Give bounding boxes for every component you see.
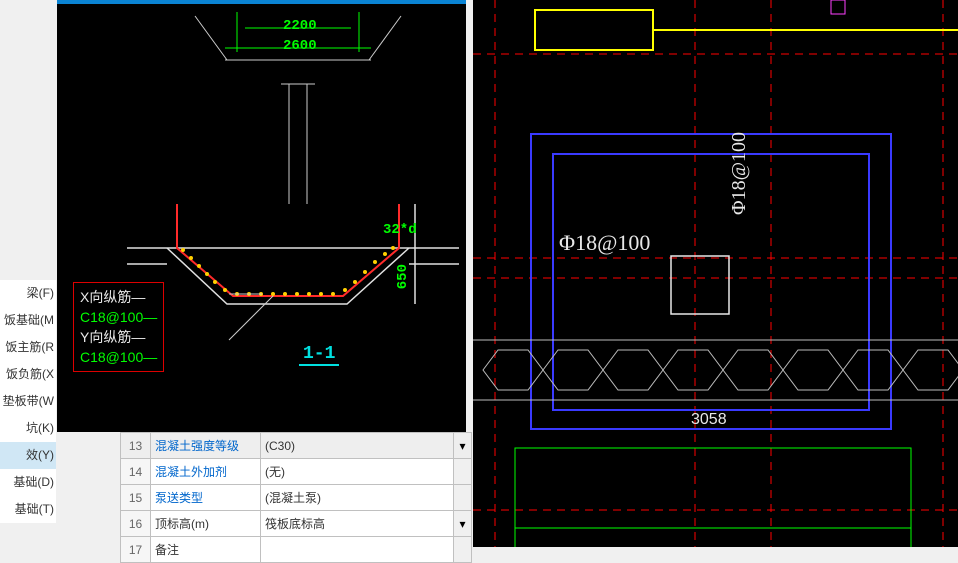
prop-value[interactable] bbox=[261, 537, 454, 563]
dim-bottom: 3058 bbox=[691, 411, 727, 428]
dim-32d: 32*d bbox=[383, 222, 417, 238]
table-row[interactable]: 14 混凝土外加剂 (无) bbox=[121, 459, 472, 485]
left-nav: 梁(F) 饭基础(M 饭主筋(R 饭负筋(X 垫板带(W 坑(K) 效(Y) 基… bbox=[0, 280, 56, 523]
row-num: 16 bbox=[121, 511, 151, 537]
sidebar-item-y[interactable]: 效(Y) bbox=[0, 442, 56, 469]
legend-x-label: X向纵筋— bbox=[80, 287, 157, 307]
prop-name: 混凝土外加剂 bbox=[151, 459, 261, 485]
sidebar-item-k[interactable]: 坑(K) bbox=[0, 415, 56, 442]
prop-value[interactable]: (混凝土泵) bbox=[261, 485, 454, 511]
dim-top-outer: 2600 bbox=[283, 38, 317, 54]
sidebar-item-m[interactable]: 饭基础(M bbox=[0, 307, 56, 334]
dim-top-inner: 2200 bbox=[283, 18, 317, 34]
prop-blank bbox=[454, 537, 472, 563]
prop-name: 泵送类型 bbox=[151, 485, 261, 511]
rebar-h-text: Φ18@100 bbox=[559, 230, 650, 255]
legend-x-value: C18@100— bbox=[80, 307, 157, 327]
properties-table: 13 混凝土强度等级 (C30) ▾ 14 混凝土外加剂 (无) 15 泵送类型… bbox=[120, 432, 472, 563]
dim-depth: 650 bbox=[395, 264, 411, 289]
sidebar-item-t[interactable]: 基础(T) bbox=[0, 496, 56, 523]
legend-y-value: C18@100— bbox=[80, 347, 157, 367]
prop-name: 备注 bbox=[151, 537, 261, 563]
rebar-v-text: Φ18@100 bbox=[728, 132, 750, 215]
table-row[interactable]: 13 混凝土强度等级 (C30) ▾ bbox=[121, 433, 472, 459]
row-num: 13 bbox=[121, 433, 151, 459]
section-preview-window: 2200 2600 32*d 650 1-1 X向纵筋— C18@100— Y向… bbox=[57, 0, 466, 432]
prop-blank bbox=[454, 485, 472, 511]
prop-name: 混凝土强度等级 bbox=[151, 433, 261, 459]
table-row[interactable]: 15 泵送类型 (混凝土泵) bbox=[121, 485, 472, 511]
row-num: 15 bbox=[121, 485, 151, 511]
sidebar-item-x[interactable]: 饭负筋(X bbox=[0, 361, 56, 388]
cad-viewport[interactable]: Φ18@100 Φ18@100 3058 bbox=[473, 0, 958, 547]
legend-y-label: Y向纵筋— bbox=[80, 327, 157, 347]
prop-value[interactable]: (C30) bbox=[261, 433, 454, 459]
dropdown-icon[interactable]: ▾ bbox=[454, 511, 472, 537]
sidebar-item-d[interactable]: 基础(D) bbox=[0, 469, 56, 496]
prop-value[interactable]: 筏板底标高 bbox=[261, 511, 454, 537]
table-row[interactable]: 16 顶标高(m) 筏板底标高 ▾ bbox=[121, 511, 472, 537]
section-canvas: 2200 2600 32*d 650 1-1 X向纵筋— C18@100— Y向… bbox=[57, 4, 466, 432]
row-num: 17 bbox=[121, 537, 151, 563]
sidebar-item-r[interactable]: 饭主筋(R bbox=[0, 334, 56, 361]
prop-value[interactable]: (无) bbox=[261, 459, 454, 485]
row-num: 14 bbox=[121, 459, 151, 485]
sidebar-item-beam[interactable]: 梁(F) bbox=[0, 280, 56, 307]
prop-name: 顶标高(m) bbox=[151, 511, 261, 537]
section-label: 1-1 bbox=[299, 344, 339, 366]
rebar-legend: X向纵筋— C18@100— Y向纵筋— C18@100— bbox=[73, 282, 164, 372]
prop-blank bbox=[454, 459, 472, 485]
dropdown-icon[interactable]: ▾ bbox=[454, 433, 472, 459]
sidebar-item-w[interactable]: 垫板带(W bbox=[0, 388, 56, 415]
cad-svg: Φ18@100 Φ18@100 3058 bbox=[473, 0, 958, 547]
table-row[interactable]: 17 备注 bbox=[121, 537, 472, 563]
